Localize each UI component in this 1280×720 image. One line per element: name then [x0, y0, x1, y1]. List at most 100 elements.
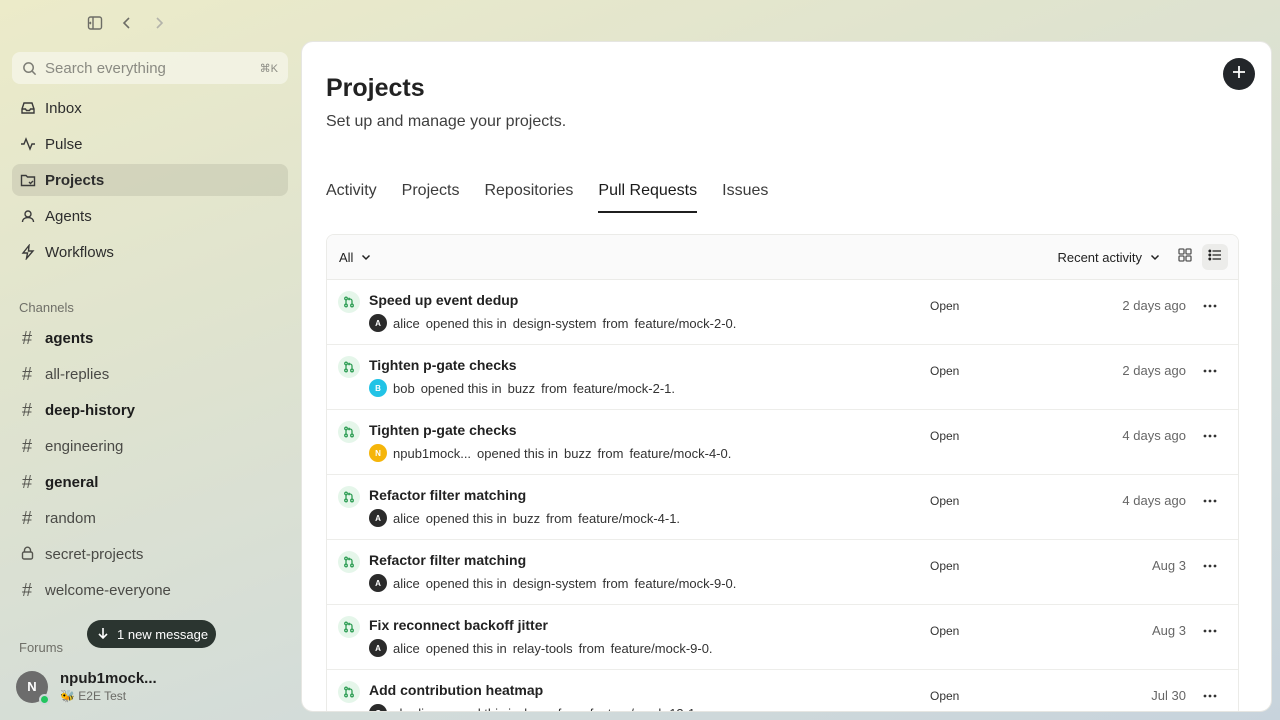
projects-icon — [20, 172, 36, 188]
avatar: N — [16, 670, 50, 705]
inbox-icon — [20, 100, 36, 116]
more-options-icon[interactable] — [1200, 491, 1220, 511]
list-toolbar: All Recent activity — [327, 235, 1238, 280]
pull-request-row[interactable]: Tighten p-gate checks B bob opened this … — [327, 345, 1238, 410]
channel-name: secret-projects — [45, 545, 144, 563]
list-icon — [1208, 248, 1222, 267]
pull-request-list: All Recent activity Speed up event dedup… — [326, 234, 1239, 711]
new-message-button[interactable]: 1 new message — [87, 620, 217, 648]
pull-request-row[interactable]: Add contribution heatmap C charlie opene… — [327, 670, 1238, 711]
channel-name: general — [45, 473, 99, 491]
more-options-icon[interactable] — [1200, 621, 1220, 641]
pull-request-row[interactable]: Refactor filter matching A alice opened … — [327, 475, 1238, 540]
pull-request-time: 4 days ago — [1122, 493, 1186, 508]
channel-item-welcome-everyone[interactable]: # welcome-everyone — [12, 574, 288, 606]
pull-request-title[interactable]: Refactor filter matching — [369, 487, 526, 503]
author-name: alice — [393, 510, 420, 526]
hash-icon: # — [21, 435, 32, 456]
tab-repositories[interactable]: Repositories — [484, 172, 573, 213]
add-button[interactable] — [1223, 58, 1255, 90]
pull-request-title[interactable]: Refactor filter matching — [369, 552, 526, 568]
channel-item-general[interactable]: # general — [12, 466, 288, 498]
new-message-label: 1 new message — [117, 626, 209, 642]
sort-dropdown[interactable]: Recent activity — [1057, 250, 1160, 265]
channel-item-engineering[interactable]: # engineering — [12, 430, 288, 462]
channel-item-deep-history[interactable]: # deep-history — [12, 394, 288, 426]
repo-name: buzz — [507, 380, 536, 396]
pull-request-title[interactable]: Tighten p-gate checks — [369, 357, 517, 373]
branch-name: feature/mock-2-1. — [573, 380, 675, 396]
from-text: from — [578, 640, 605, 656]
sidebar-item-workflows[interactable]: Workflows — [12, 236, 288, 268]
branch-name: feature/mock-4-0. — [629, 445, 732, 461]
filter-dropdown[interactable]: All — [339, 250, 371, 265]
filter-label: All — [339, 249, 354, 265]
author-name: alice — [393, 640, 420, 656]
tab-bar: Activity Projects Repositories Pull Requ… — [326, 172, 793, 213]
list-view-button[interactable] — [1202, 244, 1228, 270]
pull-request-row[interactable]: Speed up event dedup A alice opened this… — [327, 280, 1238, 345]
chevron-down-icon — [361, 250, 371, 265]
channel-item-agents[interactable]: # agents — [12, 322, 288, 354]
tab-activity[interactable]: Activity — [326, 172, 377, 213]
author-avatar: N — [369, 444, 387, 462]
repo-name: relay-tools — [512, 640, 573, 656]
branch-name: feature/mock-9-0. — [634, 575, 737, 591]
user-profile[interactable]: N npub1mock... 🐝 E2E Test — [16, 670, 157, 705]
sidebar-item-agents[interactable]: Agents — [12, 200, 288, 232]
channel-list: # agents # all-replies # deep-history # … — [12, 322, 288, 610]
more-options-icon[interactable] — [1200, 361, 1220, 381]
grid-view-button[interactable] — [1172, 244, 1198, 270]
more-options-icon[interactable] — [1200, 296, 1220, 316]
pull-request-icon — [338, 291, 360, 313]
workflows-icon — [20, 244, 36, 260]
from-text: from — [602, 575, 629, 591]
user-status: 🐝 E2E Test — [60, 689, 127, 703]
pull-request-title[interactable]: Tighten p-gate checks — [369, 422, 517, 438]
tab-projects[interactable]: Projects — [402, 172, 460, 213]
page-title: Projects — [326, 74, 425, 102]
branch-name: feature/mock-2-0. — [634, 315, 737, 331]
pull-request-time: Jul 30 — [1151, 688, 1186, 703]
pull-request-icon — [338, 356, 360, 378]
tab-pull-requests[interactable]: Pull Requests — [598, 172, 697, 213]
channel-item-all-replies[interactable]: # all-replies — [12, 358, 288, 390]
hash-icon: # — [21, 399, 32, 420]
pull-request-row[interactable]: Refactor filter matching A alice opened … — [327, 540, 1238, 605]
chevron-down-icon — [1150, 250, 1160, 265]
channel-item-random[interactable]: # random — [12, 502, 288, 534]
pull-request-rows: Speed up event dedup A alice opened this… — [327, 280, 1238, 711]
pull-request-title[interactable]: Add contribution heatmap — [369, 682, 543, 698]
channel-item-secret-projects[interactable]: secret-projects — [12, 538, 288, 570]
search-icon — [22, 61, 37, 76]
pull-request-meta: A alice opened this in relay-tools from … — [369, 639, 713, 657]
grid-icon — [1178, 247, 1192, 267]
more-options-icon[interactable] — [1200, 556, 1220, 576]
pulse-icon — [20, 136, 36, 152]
search-input[interactable]: Search everything ⌘K — [12, 52, 288, 84]
pull-request-title[interactable]: Speed up event dedup — [369, 292, 518, 308]
pull-request-row[interactable]: Tighten p-gate checks N npub1mock... ope… — [327, 410, 1238, 475]
repo-name: buzz — [512, 510, 541, 526]
plus-icon — [1232, 65, 1246, 84]
pull-request-row[interactable]: Fix reconnect backoff jitter A alice ope… — [327, 605, 1238, 670]
agents-icon — [20, 208, 36, 224]
forums-section-label: Forums — [19, 640, 64, 655]
channel-name: all-replies — [45, 365, 110, 383]
more-options-icon[interactable] — [1200, 426, 1220, 446]
sidebar-item-pulse[interactable]: Pulse — [12, 128, 288, 160]
from-text: from — [597, 445, 624, 461]
pull-request-meta: N npub1mock... opened this in buzz from … — [369, 444, 731, 462]
more-options-icon[interactable] — [1200, 686, 1220, 706]
hash-icon: # — [21, 363, 32, 384]
status-badge: Open — [930, 624, 960, 638]
sidebar-item-projects[interactable]: Projects — [12, 164, 288, 196]
sidebar-item-label: Agents — [45, 207, 92, 225]
pull-request-icon — [338, 681, 360, 703]
tab-issues[interactable]: Issues — [722, 172, 768, 213]
status-badge: Open — [930, 494, 960, 508]
author-name: npub1mock... — [393, 445, 472, 461]
pull-request-time: Aug 3 — [1152, 623, 1186, 638]
sidebar-item-inbox[interactable]: Inbox — [12, 92, 288, 124]
pull-request-title[interactable]: Fix reconnect backoff jitter — [369, 617, 548, 633]
